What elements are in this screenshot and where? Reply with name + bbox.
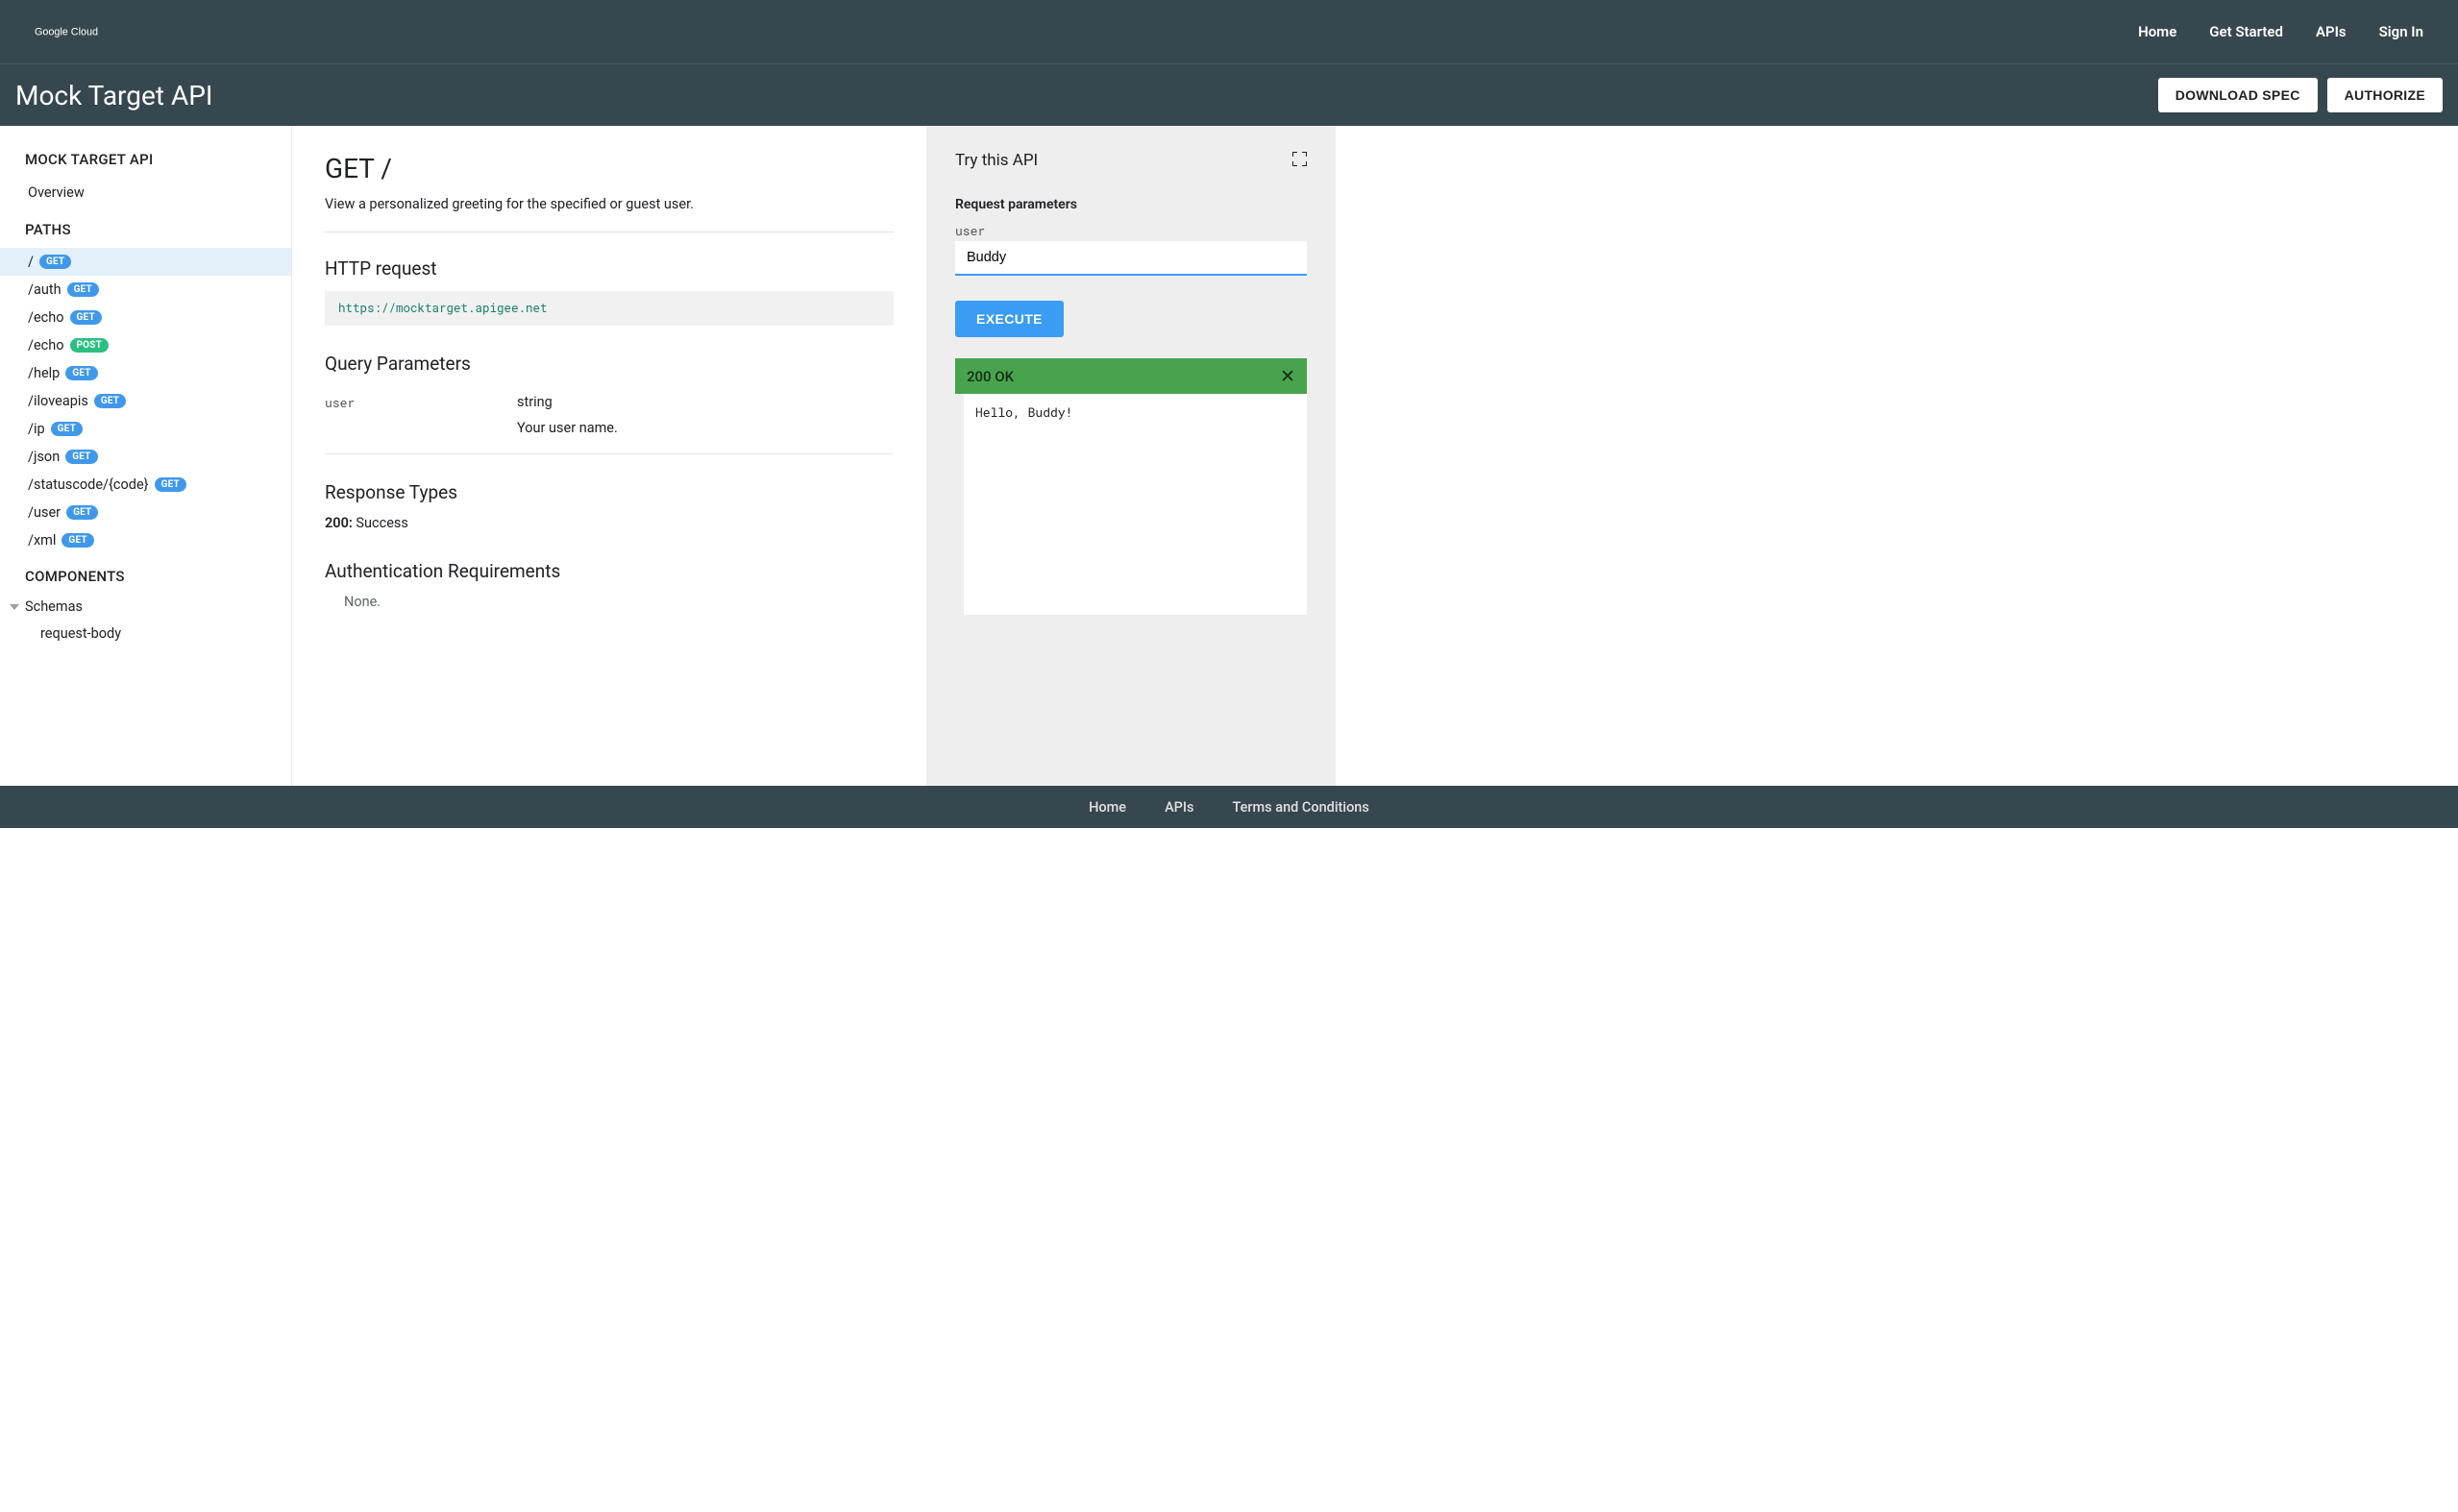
try-param-input-user[interactable] bbox=[955, 241, 1307, 276]
method-badge: GET bbox=[94, 394, 126, 408]
divider bbox=[325, 453, 894, 454]
nav-home[interactable]: Home bbox=[2138, 23, 2176, 40]
sidebar-path-item[interactable]: /iloveapis GET bbox=[0, 387, 291, 415]
sidebar-path-text: /echo bbox=[28, 337, 64, 354]
cloud-logo-icon: Google Cloud bbox=[35, 22, 121, 41]
method-badge: POST bbox=[70, 338, 110, 353]
sidebar-path-text: /ip bbox=[28, 421, 45, 437]
footer: Home APIs Terms and Conditions bbox=[0, 786, 2458, 828]
google-cloud-logo[interactable]: Google Cloud bbox=[35, 22, 121, 41]
sidebar-path-text: /json bbox=[28, 449, 60, 465]
sidebar-path-text: /user bbox=[28, 504, 61, 521]
response-body: Hello, Buddy! bbox=[955, 394, 1307, 615]
top-header: Google Cloud Home Get Started APIs Sign … bbox=[0, 0, 2458, 63]
footer-home[interactable]: Home bbox=[1089, 799, 1126, 816]
sidebar-path-item[interactable]: /json GET bbox=[0, 443, 291, 471]
sidebar-components-heading: COMPONENTS bbox=[0, 560, 291, 593]
expand-icon[interactable] bbox=[1292, 152, 1307, 170]
api-title: Mock Target API bbox=[15, 80, 213, 111]
top-nav: Home Get Started APIs Sign In bbox=[2138, 23, 2423, 40]
svg-text:Cloud: Cloud bbox=[71, 27, 98, 38]
sidebar-path-text: /echo bbox=[28, 309, 64, 326]
authorize-button[interactable]: AUTHORIZE bbox=[2327, 78, 2443, 112]
sidebar-paths-list: /GET/authGET/echoGET/echoPOST/helpGET/il… bbox=[0, 246, 291, 560]
try-param-label-user: user bbox=[955, 222, 1307, 239]
nav-sign-in[interactable]: Sign In bbox=[2379, 23, 2423, 40]
sidebar-paths-heading: PATHS bbox=[0, 213, 291, 246]
sidebar-path-item[interactable]: /user GET bbox=[0, 499, 291, 526]
nav-get-started[interactable]: Get Started bbox=[2209, 23, 2283, 40]
try-api-panel: Try this API Request parameters user EXE… bbox=[926, 126, 1336, 786]
method-badge: GET bbox=[51, 422, 83, 436]
param-name: user bbox=[325, 394, 517, 411]
sidebar-overview[interactable]: Overview bbox=[0, 178, 291, 207]
response-type-line: 200: Success bbox=[325, 515, 894, 531]
response-types-heading: Response Types bbox=[325, 481, 894, 503]
sidebar-path-text: /xml bbox=[28, 532, 56, 549]
param-row: userstring bbox=[325, 386, 894, 414]
sidebar-path-item[interactable]: /echo POST bbox=[0, 331, 291, 359]
method-badge: GET bbox=[67, 282, 99, 297]
method-badge: GET bbox=[65, 366, 97, 380]
request-params-heading: Request parameters bbox=[955, 197, 1307, 212]
fullscreen-icon bbox=[1292, 152, 1307, 166]
sidebar-schemas-list: request-body bbox=[0, 621, 291, 647]
sidebar-schemas-toggle[interactable]: Schemas bbox=[0, 593, 291, 621]
download-spec-button[interactable]: DOWNLOAD SPEC bbox=[2158, 78, 2318, 112]
endpoint-description: View a personalized greeting for the spe… bbox=[325, 196, 894, 212]
method-badge: GET bbox=[65, 450, 97, 464]
sidebar-path-item[interactable]: /ip GET bbox=[0, 415, 291, 443]
method-badge: GET bbox=[70, 310, 102, 325]
header-buttons: DOWNLOAD SPEC AUTHORIZE bbox=[2158, 78, 2443, 112]
footer-apis[interactable]: APIs bbox=[1165, 799, 1193, 816]
response-types-list: 200: Success bbox=[325, 515, 894, 531]
footer-terms[interactable]: Terms and Conditions bbox=[1233, 799, 1369, 816]
sidebar-path-text: /help bbox=[28, 365, 60, 381]
auth-text: None. bbox=[325, 594, 894, 610]
param-description: Your user name. bbox=[325, 414, 894, 442]
query-params-heading: Query Parameters bbox=[325, 353, 894, 375]
chevron-down-icon bbox=[10, 604, 19, 610]
http-request-heading: HTTP request bbox=[325, 257, 894, 280]
method-badge: GET bbox=[39, 255, 71, 269]
try-api-title: Try this API bbox=[955, 151, 1038, 170]
sidebar-schema-item[interactable]: request-body bbox=[0, 621, 291, 647]
sidebar-path-item[interactable]: /auth GET bbox=[0, 276, 291, 304]
sidebar-path-text: /statuscode/{code} bbox=[28, 476, 149, 493]
sidebar-path-item[interactable]: /xml GET bbox=[0, 526, 291, 554]
method-badge: GET bbox=[66, 505, 98, 520]
nav-apis[interactable]: APIs bbox=[2316, 23, 2347, 40]
query-params-list: userstringYour user name. bbox=[325, 386, 894, 442]
sidebar-path-text: /auth bbox=[28, 281, 61, 298]
sidebar-path-text: / bbox=[28, 254, 34, 270]
response-status-text: 200 OK bbox=[967, 368, 1014, 385]
close-icon[interactable]: ✕ bbox=[1280, 367, 1295, 385]
endpoint-title: GET / bbox=[325, 153, 894, 184]
svg-text:Google: Google bbox=[35, 27, 68, 38]
sidebar-path-item[interactable]: /help GET bbox=[0, 359, 291, 387]
http-request-url: https://mocktarget.apigee.net bbox=[325, 291, 894, 326]
response-box: 200 OK ✕ Hello, Buddy! bbox=[955, 358, 1307, 615]
auth-heading: Authentication Requirements bbox=[325, 560, 894, 582]
sidebar-schemas-label: Schemas bbox=[25, 598, 83, 615]
sidebar-path-item[interactable]: / GET bbox=[0, 248, 291, 276]
response-status-bar: 200 OK ✕ bbox=[955, 358, 1307, 394]
sidebar: MOCK TARGET API Overview PATHS / GET/auth… bbox=[0, 126, 292, 786]
method-badge: GET bbox=[61, 533, 93, 548]
sidebar-path-text: /iloveapis bbox=[28, 393, 88, 409]
sidebar-path-item[interactable]: /echo GET bbox=[0, 304, 291, 331]
param-type: string bbox=[517, 394, 553, 411]
sidebar-api-heading: MOCK TARGET API bbox=[0, 143, 291, 176]
sidebar-path-item[interactable]: /statuscode/{code} GET bbox=[0, 471, 291, 499]
main-layout: MOCK TARGET API Overview PATHS / GET/auth… bbox=[0, 126, 2458, 786]
method-badge: GET bbox=[155, 477, 186, 492]
main-content: GET / View a personalized greeting for t… bbox=[292, 126, 926, 786]
execute-button[interactable]: EXECUTE bbox=[955, 301, 1064, 337]
sub-header: Mock Target API DOWNLOAD SPEC AUTHORIZE bbox=[0, 63, 2458, 126]
